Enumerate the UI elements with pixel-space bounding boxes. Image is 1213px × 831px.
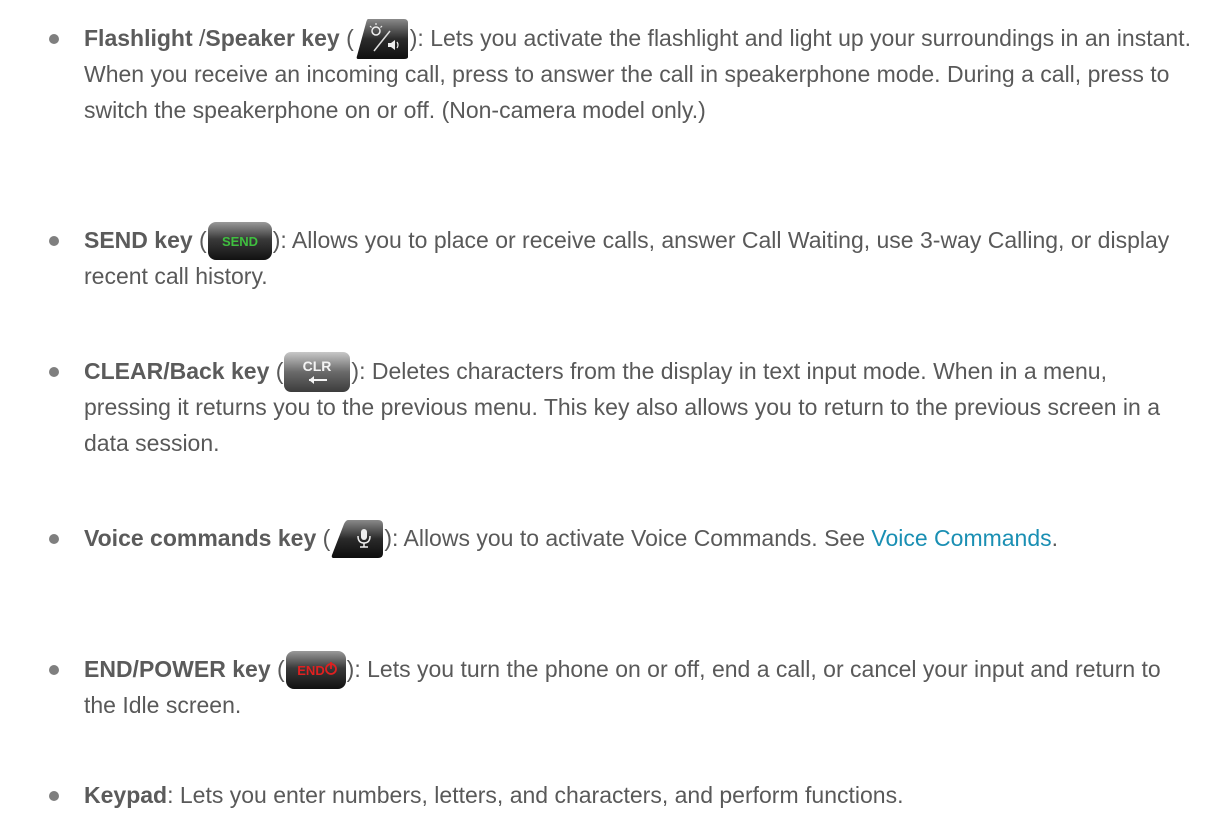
list-item-text: END/POWER key ( END ): Lets you turn the… bbox=[84, 650, 1194, 723]
list-item-text: CLEAR/Back key ( CLR ): Deletes characte… bbox=[84, 351, 1194, 461]
item-title-flashlight: Flashlight bbox=[84, 25, 193, 51]
voice-commands-key-icon bbox=[330, 519, 384, 559]
item-title: CLEAR/Back key bbox=[84, 358, 270, 384]
end-key-label: END bbox=[297, 663, 324, 678]
item-title: SEND key bbox=[84, 227, 193, 253]
list-item-text: Keypad: Lets you enter numbers, letters,… bbox=[84, 777, 1194, 813]
paren-open: ( bbox=[269, 358, 284, 384]
paren-close: ) bbox=[384, 525, 392, 551]
send-key-label: SEND bbox=[222, 234, 258, 249]
clear-back-key-icon: CLR bbox=[283, 351, 351, 393]
paren-open: ( bbox=[270, 656, 285, 682]
bullet-icon bbox=[49, 791, 59, 801]
bullet-icon bbox=[49, 34, 59, 44]
flashlight-speaker-key-icon bbox=[354, 17, 410, 61]
item-title: END/POWER key bbox=[84, 656, 271, 682]
item-description: : Lets you enter numbers, letters, and c… bbox=[167, 782, 904, 808]
list-item-text: SEND key ( SEND ): Allows you to place o… bbox=[84, 221, 1194, 294]
end-power-key-icon: END bbox=[285, 650, 347, 690]
item-title-speaker-key: Speaker key bbox=[205, 25, 340, 51]
send-key-icon: SEND bbox=[207, 221, 273, 261]
item-description-post: . bbox=[1051, 525, 1059, 551]
clr-key-label: CLR bbox=[303, 358, 332, 374]
list-item-text: Flashlight /Speaker key ( ): Lets you ac… bbox=[84, 17, 1194, 128]
voice-commands-link[interactable]: Voice Commands bbox=[871, 525, 1051, 551]
item-title: Voice commands key bbox=[84, 525, 317, 551]
paren-open: ( bbox=[316, 525, 331, 551]
bullet-icon bbox=[49, 236, 59, 246]
item-title: Keypad bbox=[84, 782, 168, 808]
list-item-text: Voice commands key ( ): Allows you to ac… bbox=[84, 519, 1194, 559]
bullet-icon bbox=[49, 367, 59, 377]
bullet-icon bbox=[49, 665, 59, 675]
paren-close: ) bbox=[351, 358, 360, 384]
paren-open: ( bbox=[339, 25, 354, 51]
title-separator: / bbox=[192, 25, 206, 51]
paren-open: ( bbox=[192, 227, 207, 253]
bullet-icon bbox=[49, 534, 59, 544]
item-description-pre: : Allows you to activate Voice Commands.… bbox=[391, 525, 872, 551]
